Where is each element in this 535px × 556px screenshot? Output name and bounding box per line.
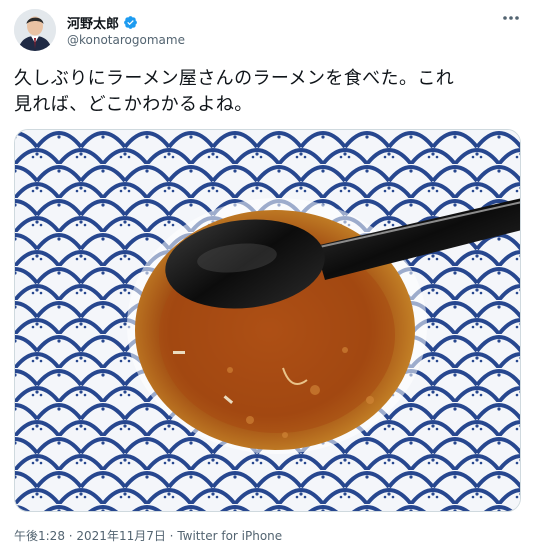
tweet-source[interactable]: Twitter for iPhone	[177, 529, 282, 543]
ramen-bowl-photo	[15, 130, 520, 511]
more-dots-icon	[503, 16, 519, 20]
author-name-row: 河野太郎	[67, 13, 138, 32]
tweet-text: 久しぶりにラーメン屋さんのラーメンを食べた。これ 見れば、どこかわかるよね。	[14, 68, 455, 115]
author-avatar[interactable]	[14, 9, 56, 51]
author-handle[interactable]: @konotarogomame	[67, 33, 185, 47]
person-avatar-icon	[14, 9, 56, 51]
meta-separator-2: ·	[165, 529, 178, 543]
tweet-photo[interactable]	[14, 129, 521, 512]
tweet-date[interactable]: 2021年11月7日	[76, 529, 165, 543]
meta-separator: ·	[64, 529, 77, 543]
more-options-button[interactable]	[499, 8, 523, 28]
tweet-time[interactable]: 午後1:28	[14, 529, 65, 543]
tweet-meta: 午後1:28 · 2021年11月7日 · Twitter for iPhone	[14, 527, 282, 544]
verified-badge-icon	[124, 15, 137, 29]
display-name[interactable]: 河野太郎	[67, 13, 119, 32]
